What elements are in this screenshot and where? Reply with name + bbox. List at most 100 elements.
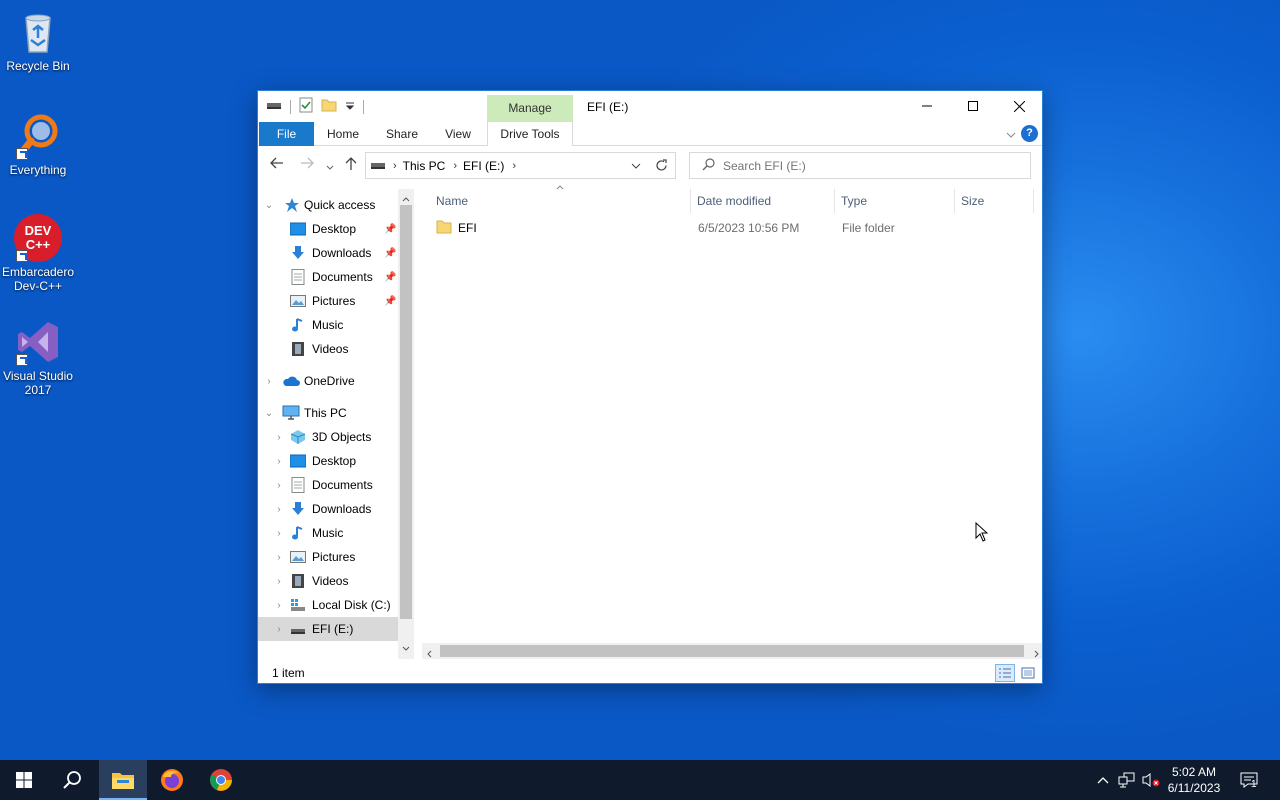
collapsed-chevron-icon[interactable]: › [274, 624, 284, 635]
star-icon [284, 197, 300, 213]
scroll-left-icon[interactable] [426, 647, 432, 661]
tab-drive-tools[interactable]: Drive Tools [487, 122, 573, 146]
column-header-type[interactable]: Type [834, 189, 952, 213]
column-header-date-modified[interactable]: Date modified [690, 189, 832, 213]
collapsed-chevron-icon[interactable]: › [274, 480, 284, 491]
nav-pc-pictures[interactable]: › Pictures [258, 545, 398, 569]
nav-pc-videos[interactable]: › Videos [258, 569, 398, 593]
cube-3d-icon [290, 429, 306, 445]
pin-icon[interactable]: 📌 [384, 296, 396, 307]
scroll-down-icon[interactable] [402, 641, 410, 655]
nav-label: Quick access [304, 198, 376, 212]
windows-drive-icon [290, 597, 306, 613]
collapsed-chevron-icon[interactable]: › [274, 432, 284, 443]
network-icon[interactable] [1116, 760, 1138, 800]
pin-icon[interactable]: 📌 [384, 248, 396, 259]
nav-pc-3d-objects[interactable]: › 3D Objects [258, 425, 398, 449]
maximize-button[interactable] [950, 91, 996, 121]
nav-quick-downloads[interactable]: Downloads 📌 [258, 241, 398, 265]
desktop-icon-dev-cpp[interactable]: DEV C++ Embarcadero Dev-C++ [0, 214, 76, 293]
collapsed-chevron-icon[interactable]: › [274, 552, 284, 563]
tab-manage[interactable]: Manage [487, 95, 573, 122]
details-view-button[interactable] [995, 664, 1015, 682]
show-hidden-icons-button[interactable] [1094, 760, 1112, 800]
scroll-up-icon[interactable] [402, 191, 410, 205]
action-center-button[interactable]: 1 [1236, 760, 1262, 800]
search-box[interactable] [689, 152, 1031, 179]
up-button[interactable] [345, 157, 357, 174]
collapsed-chevron-icon[interactable]: › [274, 528, 284, 539]
new-folder-icon[interactable] [321, 97, 337, 116]
minimize-button[interactable] [904, 91, 950, 121]
breadcrumb-separator-icon[interactable]: › [453, 160, 457, 172]
breadcrumb-efi-drive[interactable]: EFI (E:) [463, 159, 504, 173]
forward-button[interactable] [300, 157, 314, 172]
collapsed-chevron-icon[interactable]: › [274, 576, 284, 587]
start-button[interactable] [0, 760, 48, 800]
desktop-icon-visual-studio[interactable]: Visual Studio 2017 [0, 318, 76, 397]
nav-pc-local-disk-c[interactable]: › Local Disk (C:) [258, 593, 398, 617]
navigation-pane-scrollbar[interactable] [398, 189, 414, 659]
expanded-chevron-icon[interactable]: ⌄ [264, 200, 274, 211]
column-header-name[interactable]: Name [430, 189, 688, 213]
search-input[interactable] [723, 158, 1023, 173]
breadcrumb-separator-icon[interactable]: › [512, 160, 516, 172]
collapsed-chevron-icon[interactable]: › [274, 456, 284, 467]
nav-onedrive[interactable]: › OneDrive [258, 369, 398, 393]
expanded-chevron-icon[interactable]: ⌄ [264, 408, 274, 419]
windows-logo-icon [16, 772, 32, 788]
tab-home[interactable]: Home [318, 122, 368, 146]
desktop-icon-everything[interactable]: Everything [0, 112, 76, 177]
nav-quick-documents[interactable]: Documents 📌 [258, 265, 398, 289]
nav-quick-videos[interactable]: Videos [258, 337, 398, 361]
nav-quick-music[interactable]: Music [258, 313, 398, 337]
nav-this-pc[interactable]: ⌄ This PC [258, 401, 398, 425]
nav-pc-downloads[interactable]: › Downloads [258, 497, 398, 521]
nav-pc-music[interactable]: › Music [258, 521, 398, 545]
nav-quick-access[interactable]: ⌄ Quick access [258, 193, 398, 217]
customize-toolbar-icon[interactable] [345, 100, 355, 114]
scrollbar-thumb[interactable] [440, 645, 1024, 657]
tab-view[interactable]: View [434, 122, 482, 146]
nav-label: This PC [304, 406, 347, 420]
address-dropdown-icon[interactable] [625, 153, 647, 178]
expand-ribbon-icon[interactable] [1006, 128, 1016, 142]
taskbar-firefox[interactable] [148, 760, 196, 800]
taskbar-file-explorer[interactable] [99, 760, 147, 800]
collapsed-chevron-icon[interactable]: › [274, 504, 284, 515]
back-button[interactable] [270, 157, 284, 172]
window-title: EFI (E:) [587, 100, 629, 114]
close-button[interactable] [996, 91, 1042, 121]
taskbar-search-button[interactable] [48, 760, 96, 800]
column-header-size[interactable]: Size [954, 189, 1034, 213]
tab-file[interactable]: File [259, 122, 314, 146]
file-list-horizontal-scrollbar[interactable] [422, 643, 1042, 659]
collapsed-chevron-icon[interactable]: › [264, 376, 274, 387]
large-icons-view-icon [1021, 667, 1035, 679]
chevron-up-icon [1097, 777, 1109, 784]
properties-icon[interactable] [299, 97, 313, 116]
tab-share[interactable]: Share [376, 122, 428, 146]
table-row[interactable]: EFI 6/5/2023 10:56 PM File folder [434, 217, 1034, 239]
large-icons-view-button[interactable] [1018, 664, 1038, 682]
nav-pc-efi-drive[interactable]: › EFI (E:) [258, 617, 398, 641]
breadcrumb-this-pc[interactable]: This PC [403, 159, 446, 173]
recent-locations-icon[interactable] [326, 160, 334, 174]
refresh-button[interactable] [648, 152, 676, 179]
pin-icon[interactable]: 📌 [384, 272, 396, 283]
scroll-right-icon[interactable] [1034, 647, 1040, 661]
breadcrumb-separator-icon[interactable]: › [393, 160, 397, 172]
file-name[interactable]: EFI [458, 221, 477, 235]
nav-quick-pictures[interactable]: Pictures 📌 [258, 289, 398, 313]
scrollbar-thumb[interactable] [400, 205, 412, 619]
desktop-icon-recycle-bin[interactable]: Recycle Bin [0, 8, 76, 73]
collapsed-chevron-icon[interactable]: › [274, 600, 284, 611]
address-bar[interactable]: › This PC › EFI (E:) › [365, 152, 676, 179]
help-icon[interactable]: ? [1021, 125, 1038, 142]
nav-pc-documents[interactable]: › Documents [258, 473, 398, 497]
nav-pc-desktop[interactable]: › Desktop [258, 449, 398, 473]
system-clock[interactable]: 5:02 AM 6/11/2023 [1158, 764, 1230, 796]
taskbar-chrome[interactable] [197, 760, 245, 800]
pin-icon[interactable]: 📌 [384, 224, 396, 235]
nav-quick-desktop[interactable]: Desktop 📌 [258, 217, 398, 241]
